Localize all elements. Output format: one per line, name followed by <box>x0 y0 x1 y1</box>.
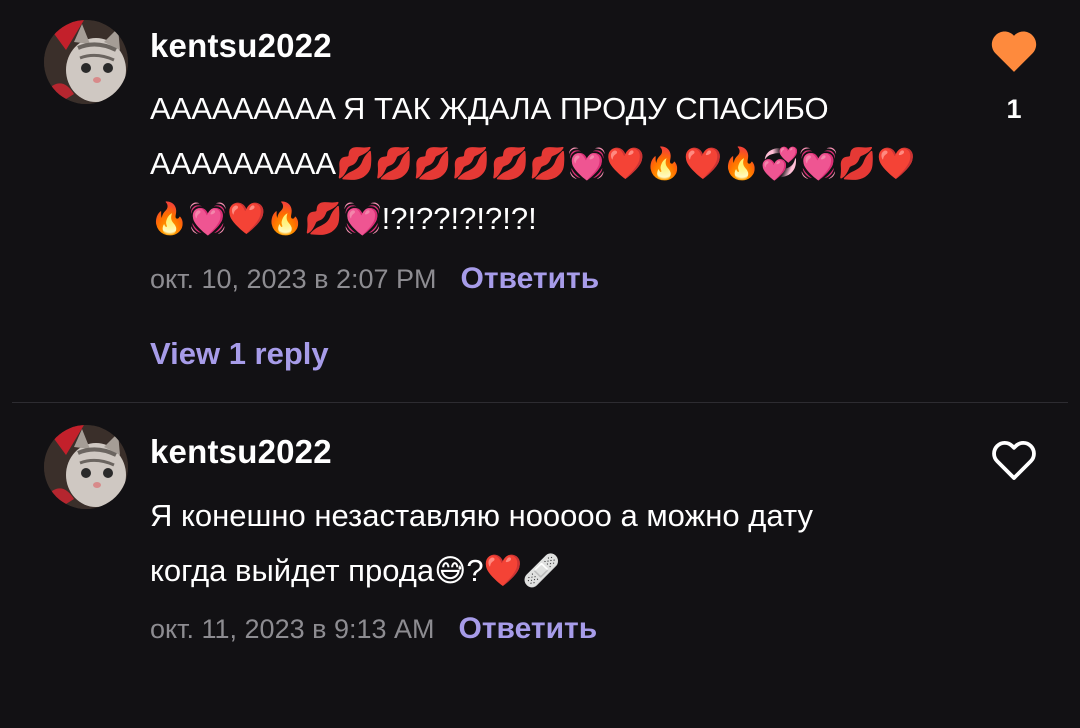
comment-username[interactable]: kentsu2022 <box>150 27 332 65</box>
cat-avatar-icon <box>44 425 128 509</box>
reply-button[interactable]: Ответить <box>461 262 600 296</box>
comment-timestamp: окт. 10, 2023 в 2:07 PM <box>150 264 437 294</box>
view-replies-button[interactable]: View 1 reply <box>150 336 329 372</box>
heart-outline-icon <box>992 440 1036 480</box>
comment-item: kentsu2022 АААААААAA Я ТАК ЖДАЛА ПРОДУ С… <box>0 0 1080 402</box>
comment-username[interactable]: kentsu2022 <box>150 433 332 471</box>
comment-meta: окт. 11, 2023 в 9:13 AM Ответить <box>150 612 597 646</box>
comment-timestamp: окт. 11, 2023 в 9:13 AM <box>150 614 435 644</box>
user-avatar[interactable] <box>44 20 128 104</box>
like-count: 1 <box>1006 94 1022 124</box>
comment-text: Я конешно незаставляю нооооо а можно дат… <box>150 498 822 588</box>
comment-item: kentsu2022 Я конешно незаставляю нооооо … <box>0 403 1080 728</box>
reply-button[interactable]: Ответить <box>459 612 598 646</box>
like-button[interactable] <box>984 28 1044 79</box>
comment-text: АААААААAA Я ТАК ЖДАЛА ПРОДУ СПАСИБО АААА… <box>150 91 916 236</box>
user-avatar[interactable] <box>44 425 128 509</box>
cat-avatar-icon <box>44 20 128 104</box>
heart-filled-icon <box>991 31 1037 72</box>
like-button[interactable] <box>984 438 1044 487</box>
comment-meta: окт. 10, 2023 в 2:07 PM Ответить <box>150 262 599 296</box>
